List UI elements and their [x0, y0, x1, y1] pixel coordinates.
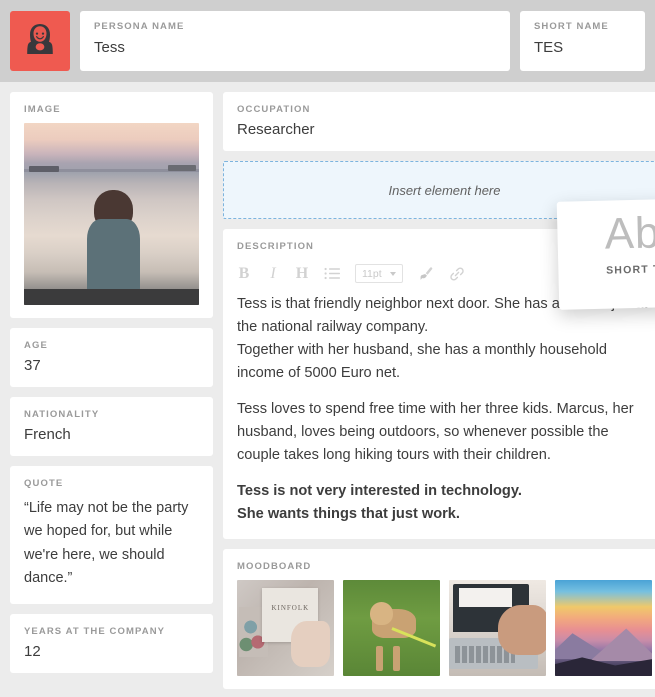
font-size-value: 11pt — [362, 267, 382, 280]
photo-ship-right — [167, 164, 196, 172]
moodboard-item[interactable] — [449, 580, 546, 677]
persona-photo[interactable] — [24, 123, 199, 305]
moodboard-item[interactable] — [343, 580, 440, 677]
body-area: IMAGE AGE 37 NATIONALITY French QUOTE “L… — [0, 82, 655, 697]
persona-avatar[interactable] — [10, 11, 70, 71]
photo-foreground-wall — [24, 288, 199, 305]
font-size-select[interactable]: 11pt — [355, 264, 403, 283]
bullet-list-icon[interactable] — [324, 265, 340, 283]
description-paragraph: Together with her husband, she has a mon… — [237, 342, 607, 382]
occupation-label: OCCUPATION — [237, 104, 311, 115]
description-paragraph: She wants things that just work. — [237, 506, 460, 523]
moodboard-kinfolk-arm — [291, 620, 331, 667]
brush-icon[interactable] — [418, 265, 434, 283]
dragged-element-glyph: Ab — [603, 208, 655, 259]
description-paragraph: Tess is not very interested in technolog… — [237, 483, 522, 500]
moodboard-dog-head — [370, 601, 394, 625]
moodboard-sunset-ridge — [589, 628, 652, 662]
occupation-card[interactable]: OCCUPATION Researcher — [223, 92, 655, 151]
nationality-value[interactable]: French — [24, 426, 199, 443]
age-label: AGE — [24, 340, 48, 351]
moodboard-dog-leg — [393, 645, 401, 671]
short-name-field[interactable]: SHORT NAME TES — [520, 11, 645, 71]
persona-name-field[interactable]: PERSONA NAME Tess — [80, 11, 510, 71]
moodboard-item[interactable]: KINFOLK — [237, 580, 334, 677]
moodboard-item[interactable] — [555, 580, 652, 677]
dragged-element-label: SHORT T — [606, 263, 655, 278]
main-column: OCCUPATION Researcher Insert element her… — [223, 92, 655, 690]
italic-button[interactable]: I — [266, 265, 280, 283]
nationality-label: NATIONALITY — [24, 409, 100, 420]
age-value[interactable]: 37 — [24, 357, 199, 374]
years-at-company-card[interactable]: YEARS AT THE COMPANY 12 — [10, 613, 213, 673]
nationality-card[interactable]: NATIONALITY French — [10, 397, 213, 456]
header-band: PERSONA NAME Tess SHORT NAME TES — [0, 0, 655, 82]
persona-name-value[interactable]: Tess — [94, 39, 496, 56]
photo-person-body — [87, 219, 140, 296]
persona-editor-app: PERSONA NAME Tess SHORT NAME TES IMAGE A… — [0, 0, 655, 697]
bold-button[interactable]: B — [237, 265, 251, 283]
moodboard-kinfolk-caption: KINFOLK — [271, 604, 310, 613]
persona-name-label: PERSONA NAME — [94, 21, 185, 32]
short-name-value[interactable]: TES — [534, 39, 631, 56]
sidebar-column: IMAGE AGE 37 NATIONALITY French QUOTE “L… — [10, 92, 213, 689]
chevron-down-icon — [389, 271, 396, 276]
dropzone-label: Insert element here — [388, 182, 501, 198]
moodboard-card[interactable]: MOODBOARD KINFOLK — [223, 549, 655, 690]
content-columns: IMAGE AGE 37 NATIONALITY French QUOTE “L… — [0, 82, 655, 697]
moodboard-laptop-hand — [497, 605, 546, 656]
dragged-element-card[interactable]: Ab SHORT T — [556, 198, 655, 310]
moodboard-dog-leg — [375, 645, 383, 671]
description-body[interactable]: Tess is that friendly neighbor next door… — [237, 293, 652, 526]
header-fields: PERSONA NAME Tess SHORT NAME TES — [10, 11, 645, 71]
female-persona-avatar-icon — [27, 24, 53, 54]
photo-ship-left — [29, 165, 59, 173]
moodboard-label: MOODBOARD — [237, 561, 312, 573]
description-paragraph: Tess loves to spend free time with her t… — [237, 401, 634, 464]
moodboard-laptop-screen-content — [458, 588, 512, 608]
heading-button[interactable]: H — [295, 265, 309, 283]
link-icon[interactable] — [449, 265, 465, 283]
quote-label: QUOTE — [24, 478, 64, 489]
quote-card[interactable]: QUOTE “Life may not be the party we hope… — [10, 466, 213, 604]
age-card[interactable]: AGE 37 — [10, 328, 213, 387]
moodboard-grid: KINFOLK — [237, 580, 652, 677]
image-card[interactable]: IMAGE — [10, 92, 213, 318]
short-name-label: SHORT NAME — [534, 21, 609, 32]
occupation-value[interactable]: Researcher — [237, 121, 652, 138]
quote-value[interactable]: “Life may not be the party we hoped for,… — [24, 497, 199, 591]
years-at-company-label: YEARS AT THE COMPANY — [24, 625, 166, 637]
years-at-company-value[interactable]: 12 — [24, 643, 199, 660]
image-label: IMAGE — [24, 104, 61, 115]
